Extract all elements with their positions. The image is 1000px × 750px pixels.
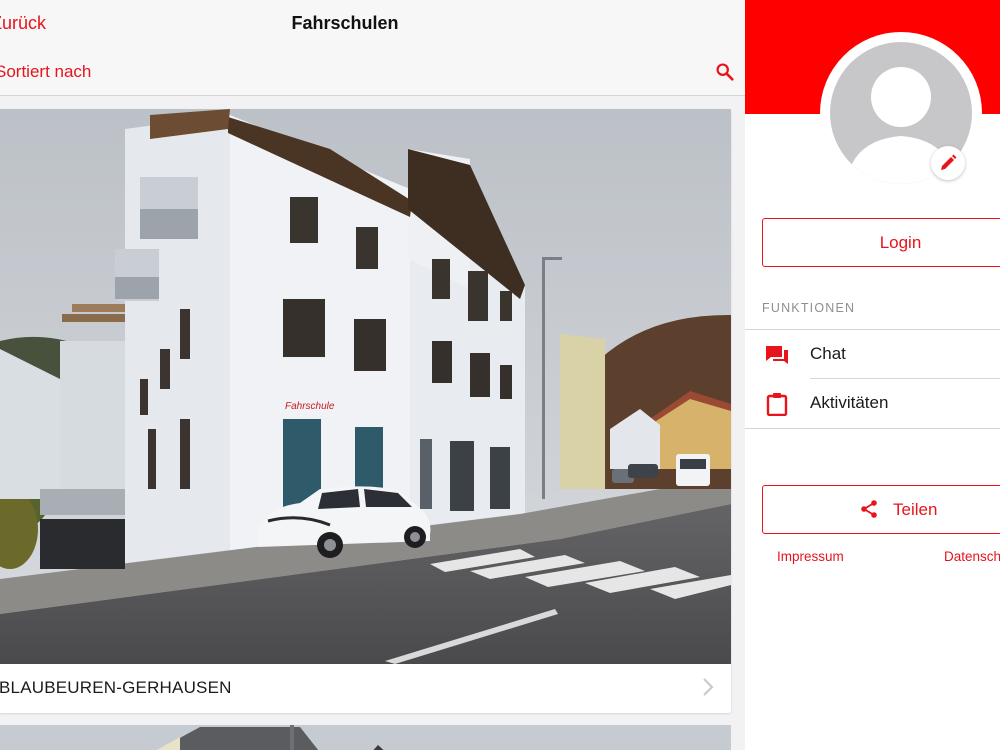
pencil-icon bbox=[941, 154, 957, 170]
divider bbox=[745, 428, 1000, 429]
share-icon bbox=[861, 500, 877, 518]
section-title-funktionen: FUNKTIONEN bbox=[762, 301, 856, 315]
menu-item-aktivitaeten[interactable]: Aktivitäten bbox=[745, 379, 1000, 428]
impressum-link[interactable]: Impressum bbox=[777, 549, 844, 564]
chat-icon bbox=[766, 346, 788, 364]
share-button-label: Teilen bbox=[893, 500, 938, 519]
building-sign-text: Fahrschule bbox=[285, 401, 335, 412]
school-photo bbox=[0, 725, 731, 750]
list-item[interactable]: Fahrschule BLAUBEUREN-GERHAUSEN bbox=[0, 109, 731, 713]
school-photo: Fahrschule bbox=[0, 109, 731, 664]
sort-bar: Sortiert nach bbox=[0, 48, 745, 96]
chevron-right-icon bbox=[703, 678, 714, 696]
datenschutz-link[interactable]: Datenschutz bbox=[944, 549, 1000, 564]
navigation-bar: Zurück Fahrschulen bbox=[0, 0, 745, 48]
menu-item-chat[interactable]: Chat bbox=[745, 330, 1000, 379]
edit-avatar-button[interactable] bbox=[931, 146, 965, 180]
menu-item-label: Aktivitäten bbox=[810, 393, 889, 412]
login-button[interactable]: Login bbox=[762, 218, 1000, 267]
page-title: Fahrschulen bbox=[291, 13, 399, 33]
sort-button[interactable]: Sortiert nach bbox=[0, 62, 91, 82]
list-pane: Zurück Fahrschulen Sortiert nach bbox=[0, 0, 745, 750]
school-location-label: BLAUBEUREN-GERHAUSEN bbox=[0, 678, 232, 697]
search-icon[interactable] bbox=[714, 61, 736, 83]
list-item[interactable] bbox=[0, 725, 731, 750]
login-button-label: Login bbox=[879, 233, 922, 252]
clipboard-icon bbox=[766, 393, 788, 416]
share-button[interactable]: Teilen bbox=[762, 485, 1000, 534]
menu-item-label: Chat bbox=[810, 344, 846, 363]
